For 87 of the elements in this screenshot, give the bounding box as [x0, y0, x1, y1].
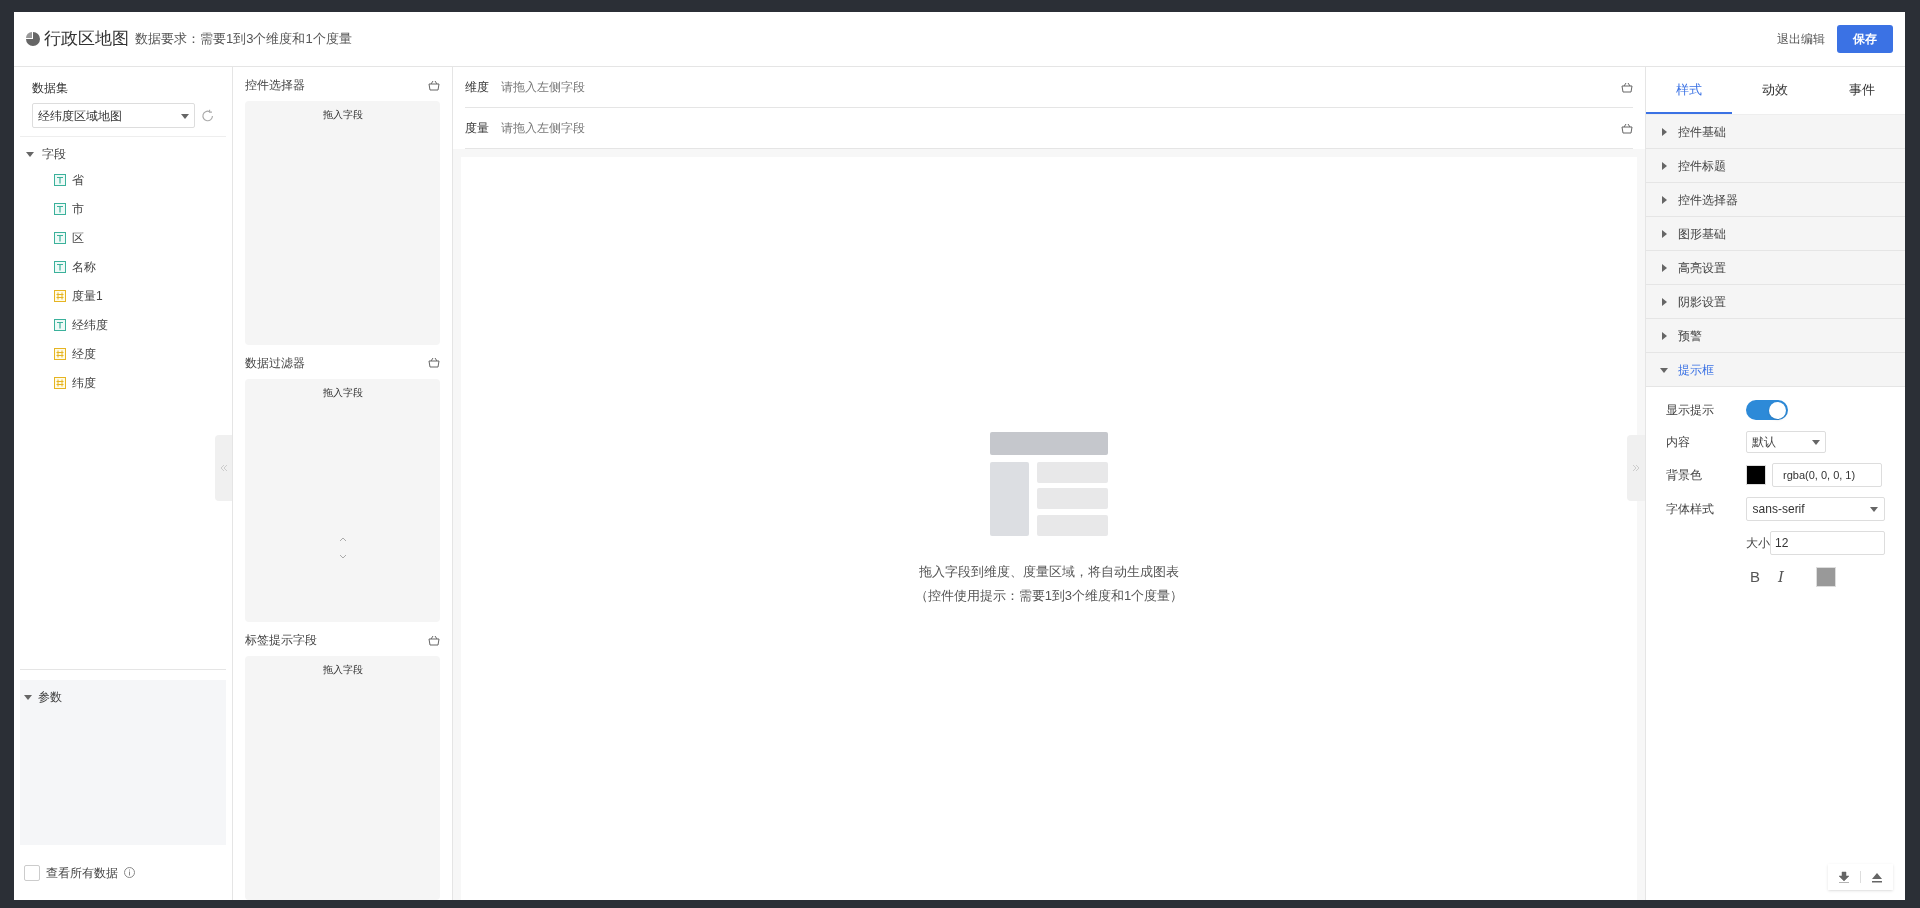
- section-header[interactable]: 提示框: [1646, 353, 1905, 387]
- tab[interactable]: 事件: [1818, 67, 1905, 114]
- section-header[interactable]: 图形基础: [1646, 217, 1905, 251]
- drop-zone[interactable]: 拖入字段: [245, 378, 440, 623]
- shelf-row[interactable]: 维度 请拖入左侧字段: [465, 67, 1633, 108]
- fields-group[interactable]: 字段: [24, 143, 222, 165]
- double-chevron-left-icon: [219, 464, 228, 472]
- drop-zone[interactable]: 拖入字段: [245, 656, 440, 900]
- setting-label: 字体样式: [1666, 501, 1715, 518]
- empty-state-message: 拖入字段到维度、度量区域，将自动生成图表: [919, 563, 1179, 581]
- field-item[interactable]: 度量1: [24, 281, 222, 310]
- pie-chart-icon: [26, 32, 40, 46]
- text-field-icon: [54, 231, 66, 244]
- field-item[interactable]: 纬度: [24, 368, 222, 397]
- caret-icon: [1660, 263, 1668, 272]
- text-field-icon: [54, 173, 66, 186]
- font-select[interactable]: sans-serif: [1745, 497, 1885, 521]
- italic-button[interactable]: I: [1778, 565, 1784, 589]
- section-header[interactable]: 阴影设置: [1646, 285, 1905, 319]
- clear-icon[interactable]: [1621, 81, 1633, 93]
- clear-icon[interactable]: [428, 634, 440, 646]
- number-field-icon: [54, 347, 66, 360]
- zone-title: 控件选择器: [245, 77, 305, 94]
- zone-title: 标签提示字段: [245, 632, 317, 650]
- text-field-icon: [54, 260, 66, 273]
- shelf-row[interactable]: 度量 请拖入左侧字段: [465, 108, 1633, 149]
- empty-state-hint: （控件使用提示：需要1到3个维度和1个度量）: [914, 586, 1184, 605]
- color-value-field[interactable]: rgba(0, 0, 0, 1): [1772, 463, 1882, 487]
- color-swatch[interactable]: [1746, 465, 1766, 485]
- clear-icon[interactable]: [428, 357, 440, 369]
- drop-zone[interactable]: 拖入字段: [245, 101, 440, 345]
- content-select[interactable]: 默认: [1746, 431, 1826, 453]
- section-header[interactable]: 高亮设置: [1646, 251, 1905, 285]
- collapse-handle[interactable]: [215, 435, 232, 501]
- number-field-icon: [54, 376, 66, 389]
- download-icon[interactable]: [1838, 871, 1850, 883]
- setting-label: 背景色: [1666, 467, 1703, 484]
- dropdown-caret-icon: [1870, 505, 1878, 513]
- double-chevron-right-icon: [1632, 464, 1640, 472]
- dropdown-caret-icon: [1812, 438, 1820, 446]
- tab[interactable]: 动效: [1732, 67, 1819, 114]
- field-item[interactable]: 区: [24, 223, 222, 252]
- dropdown-caret-icon: [180, 111, 189, 120]
- caret-icon: [1660, 331, 1668, 340]
- info-icon: [124, 867, 135, 878]
- number-field-icon: [54, 289, 66, 302]
- dataset-label: 数据集: [32, 80, 69, 97]
- caret-icon: [1660, 365, 1668, 374]
- show-tooltip-toggle[interactable]: [1746, 400, 1788, 420]
- section-header[interactable]: 控件基础: [1646, 115, 1905, 149]
- caret-icon: [1660, 161, 1668, 170]
- font-color-swatch[interactable]: [1815, 567, 1836, 587]
- clear-icon[interactable]: [428, 79, 440, 91]
- field-item[interactable]: 省: [24, 165, 222, 194]
- field-item[interactable]: 市: [24, 194, 222, 223]
- dataset-select[interactable]: 经纬度区域地图: [32, 103, 195, 128]
- view-all-checkbox[interactable]: [24, 864, 40, 881]
- bold-button[interactable]: B: [1750, 565, 1760, 589]
- text-field-icon: [54, 202, 66, 215]
- caret-icon: [26, 150, 34, 158]
- exit-edit-button[interactable]: 退出编辑: [1777, 30, 1825, 48]
- data-requirement: 数据要求：需要1到3个维度和1个度量: [135, 30, 352, 49]
- section-header[interactable]: 预警: [1646, 319, 1905, 353]
- section-header[interactable]: 控件标题: [1646, 149, 1905, 183]
- caret-icon: [1660, 229, 1668, 238]
- eject-icon[interactable]: [1871, 871, 1883, 883]
- caret-icon: [24, 693, 32, 701]
- view-all-label: 查看所有数据: [46, 864, 118, 882]
- font-size-field[interactable]: 12: [1770, 531, 1885, 555]
- save-button[interactable]: 保存: [1837, 25, 1893, 53]
- field-item[interactable]: 经纬度: [24, 310, 222, 339]
- size-label: 大小: [1746, 535, 1770, 552]
- text-field-icon: [54, 318, 66, 331]
- chart-title: 行政区地图: [44, 28, 129, 51]
- caret-icon: [1660, 297, 1668, 306]
- section-header[interactable]: 控件选择器: [1646, 183, 1905, 217]
- field-item[interactable]: 经度: [24, 339, 222, 368]
- zone-title: 数据过滤器: [245, 354, 305, 372]
- setting-label: 内容: [1666, 434, 1691, 451]
- caret-icon: [1660, 127, 1668, 136]
- params-group[interactable]: 参数: [24, 688, 222, 706]
- caret-icon: [1660, 195, 1668, 204]
- scroll-arrows-icon: [338, 536, 347, 559]
- clear-icon[interactable]: [1621, 122, 1633, 134]
- setting-label: 显示提示: [1666, 402, 1715, 419]
- collapse-handle[interactable]: [1627, 435, 1645, 501]
- field-item[interactable]: 名称: [24, 252, 222, 281]
